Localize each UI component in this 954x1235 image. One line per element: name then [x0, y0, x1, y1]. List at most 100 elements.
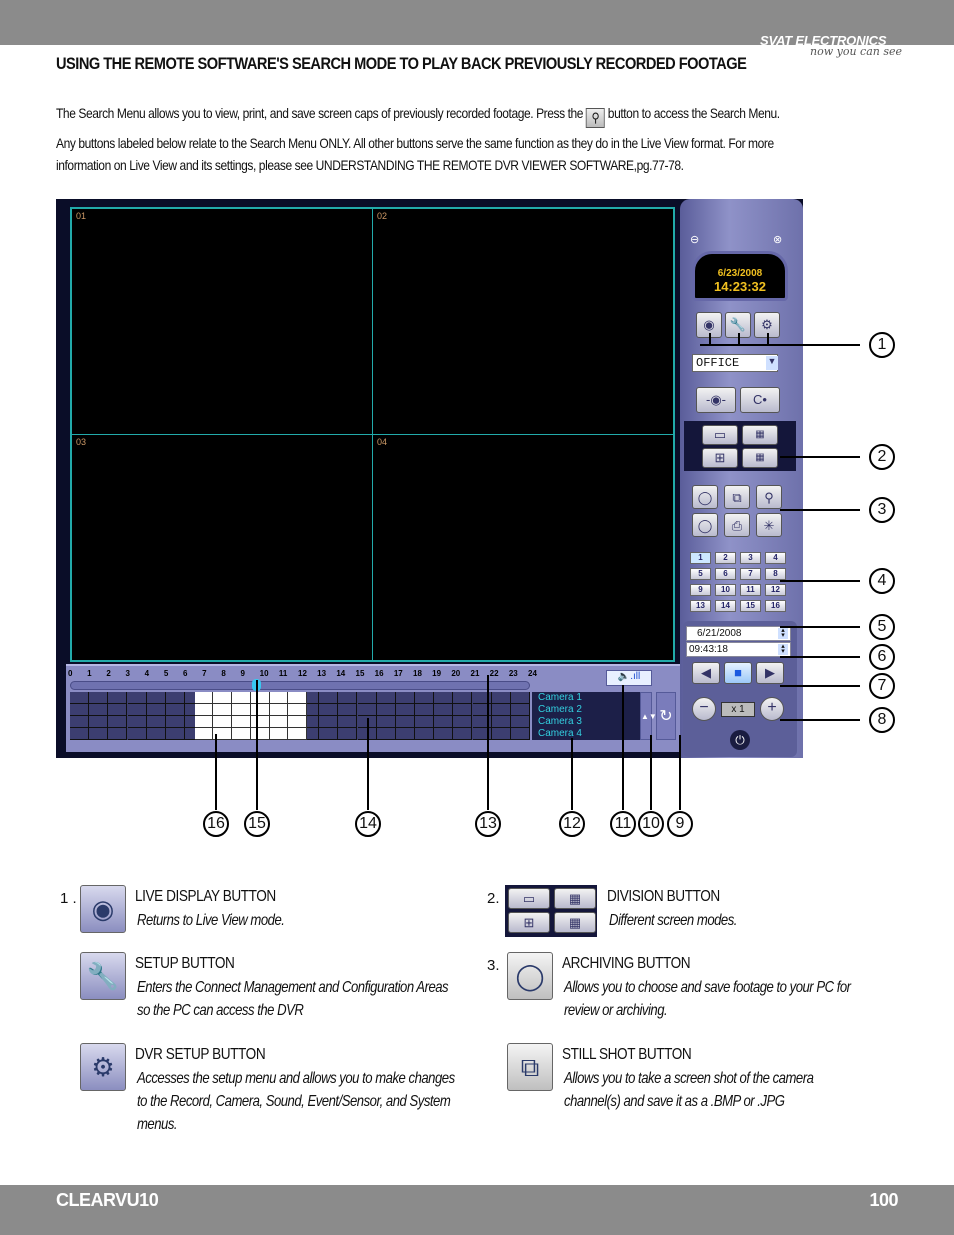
division-16-button[interactable]: ▦ [742, 425, 778, 445]
slower-button[interactable]: − [692, 697, 716, 721]
backup-play-button[interactable]: ◯ [692, 513, 718, 537]
grid-cell[interactable] [89, 716, 109, 728]
grid-cell[interactable] [319, 692, 339, 704]
grid-cell[interactable] [491, 728, 511, 740]
channel-button[interactable]: 11 [740, 584, 761, 596]
rewind-button[interactable]: ◀ [692, 662, 720, 684]
grid-cell[interactable] [89, 728, 109, 740]
grid-cell[interactable] [415, 728, 435, 740]
grid-cell[interactable] [319, 728, 339, 740]
division-4-button[interactable]: ⊞ [702, 448, 738, 468]
search-button[interactable]: ⚲ [756, 485, 782, 509]
channel-view[interactable]: 02 [372, 208, 674, 435]
grid-cell[interactable] [415, 692, 435, 704]
search-time-field[interactable]: 09:43:18 ▴ ▾ [686, 642, 791, 657]
grid-cell[interactable] [288, 704, 308, 716]
grid-cell[interactable] [395, 716, 415, 728]
channel-button[interactable]: 13 [690, 600, 711, 612]
still-shot-button[interactable]: ⧉ [724, 485, 750, 509]
grid-cell[interactable] [269, 716, 289, 728]
grid-cell[interactable] [376, 692, 396, 704]
time-spinner[interactable]: ▴ ▾ [778, 643, 788, 655]
grid-cell[interactable] [338, 716, 358, 728]
grid-cell[interactable] [319, 704, 339, 716]
channel-button[interactable]: 3 [740, 552, 761, 564]
grid-cell[interactable] [491, 692, 511, 704]
channel-button[interactable]: 6 [715, 568, 736, 580]
grid-cell[interactable] [232, 728, 251, 740]
channel-view[interactable]: 03 [71, 434, 373, 661]
channel-button[interactable]: 9 [690, 584, 711, 596]
grid-cell[interactable] [288, 728, 308, 740]
grid-cell[interactable] [194, 692, 214, 704]
channel-button[interactable]: 1 [690, 552, 711, 564]
grid-cell[interactable] [269, 704, 289, 716]
print-button[interactable]: ⎙ [724, 513, 750, 537]
grid-cell[interactable] [165, 716, 185, 728]
grid-cell[interactable] [89, 704, 109, 716]
grid-cell[interactable] [395, 692, 415, 704]
grid-cell[interactable] [108, 692, 128, 704]
grid-cell[interactable] [108, 716, 128, 728]
channel-button[interactable]: 5 [690, 568, 711, 580]
grid-cell[interactable] [357, 692, 377, 704]
channel-view[interactable]: 01 [71, 208, 373, 435]
grid-cell[interactable] [415, 716, 435, 728]
grid-cell[interactable] [338, 728, 358, 740]
channel-button[interactable]: 12 [765, 584, 786, 596]
event-search-button[interactable]: ✳ [756, 513, 782, 537]
play-button[interactable]: ▶ [756, 662, 784, 684]
channel-button[interactable]: 2 [715, 552, 736, 564]
grid-cell[interactable] [453, 692, 473, 704]
grid-cell[interactable] [70, 716, 90, 728]
grid-cell[interactable] [453, 704, 473, 716]
time-slider[interactable] [70, 681, 530, 690]
grid-cell[interactable] [165, 728, 185, 740]
grid-cell[interactable] [127, 692, 147, 704]
disconnect-button[interactable]: C• [740, 387, 780, 413]
grid-cell[interactable] [127, 728, 147, 740]
grid-cell[interactable] [146, 728, 166, 740]
grid-cell[interactable] [250, 728, 270, 740]
grid-cell[interactable] [510, 728, 530, 740]
grid-cell[interactable] [70, 728, 90, 740]
grid-cell[interactable] [232, 716, 251, 728]
grid-cell[interactable] [434, 728, 454, 740]
connect-button[interactable]: -◉- [696, 387, 736, 413]
grid-cell[interactable] [165, 692, 185, 704]
grid-cell[interactable] [70, 704, 90, 716]
camera-scroll[interactable]: ▲▼ [640, 692, 657, 740]
channel-button[interactable]: 8 [765, 568, 786, 580]
archiving-button[interactable]: ◯ [692, 485, 718, 509]
grid-cell[interactable] [165, 704, 185, 716]
grid-cell[interactable] [510, 692, 530, 704]
channel-button[interactable]: 7 [740, 568, 761, 580]
search-date-field[interactable]: 6/21/2008 ▴ ▾ [686, 626, 791, 641]
channel-button[interactable]: 4 [765, 552, 786, 564]
grid-cell[interactable] [108, 728, 128, 740]
channel-button[interactable]: 10 [715, 584, 736, 596]
grid-cell[interactable] [453, 716, 473, 728]
grid-cell[interactable] [434, 716, 454, 728]
channel-button[interactable]: 14 [715, 600, 736, 612]
division-9-button[interactable]: ▦ [742, 448, 778, 468]
grid-cell[interactable] [434, 692, 454, 704]
grid-cell[interactable] [146, 704, 166, 716]
grid-cell[interactable] [510, 704, 530, 716]
grid-cell[interactable] [232, 704, 251, 716]
grid-cell[interactable] [213, 704, 233, 716]
grid-cell[interactable] [213, 716, 233, 728]
chevron-down-icon[interactable]: ▼ [766, 356, 778, 370]
grid-cell[interactable] [108, 704, 128, 716]
minimize-icon[interactable]: ⊖ [690, 233, 699, 246]
grid-cell[interactable] [338, 704, 358, 716]
power-icon[interactable]: ⏻ [730, 730, 750, 750]
close-icon[interactable]: ⊗ [773, 233, 782, 246]
grid-cell[interactable] [250, 716, 270, 728]
channel-button[interactable]: 16 [765, 600, 786, 612]
grid-cell[interactable] [288, 716, 308, 728]
grid-cell[interactable] [70, 692, 90, 704]
grid-cell[interactable] [250, 704, 270, 716]
grid-cell[interactable] [319, 716, 339, 728]
grid-cell[interactable] [434, 704, 454, 716]
